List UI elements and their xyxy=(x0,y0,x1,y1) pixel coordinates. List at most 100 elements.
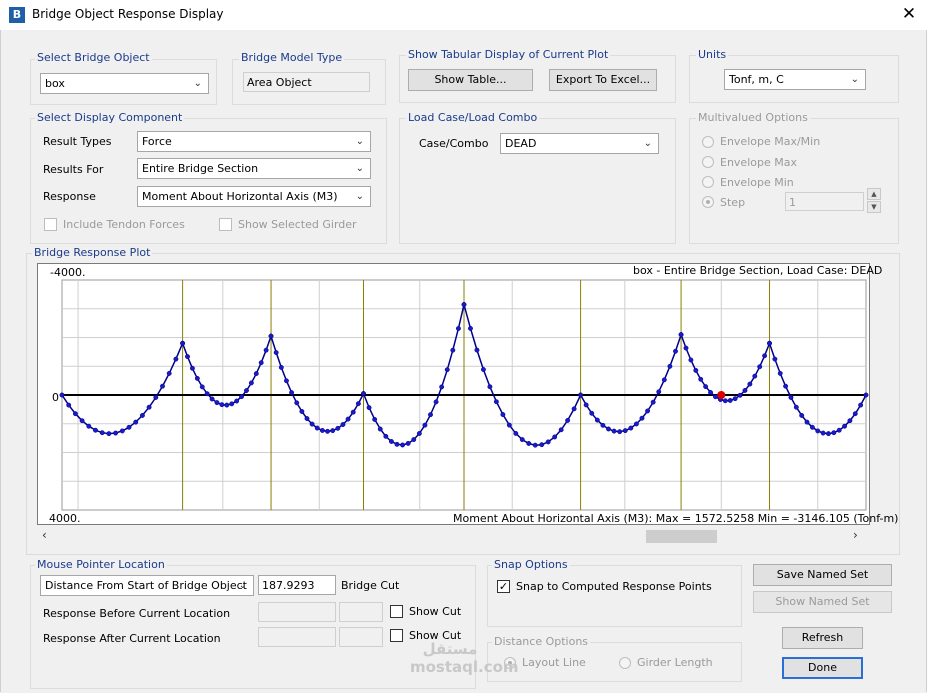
spin-up-icon[interactable]: ▲ xyxy=(867,188,881,200)
chevron-down-icon: ⌄ xyxy=(355,163,364,174)
moment-point xyxy=(767,340,772,346)
moment-point xyxy=(617,429,623,435)
moment-point xyxy=(189,365,195,371)
response-before-label: Response Before Current Location xyxy=(43,607,231,620)
moment-point xyxy=(330,428,336,434)
snap-checkbox[interactable]: ✓ xyxy=(497,580,510,593)
scroll-left-icon[interactable]: ‹ xyxy=(42,528,47,542)
moment-point xyxy=(199,384,205,390)
moment-point xyxy=(594,417,600,423)
moment-point xyxy=(545,439,551,445)
moment-point xyxy=(239,394,245,400)
moment-point xyxy=(394,441,400,447)
save-named-set-button[interactable]: Save Named Set xyxy=(753,564,892,586)
moment-point xyxy=(377,426,383,432)
moment-point xyxy=(583,402,589,408)
pointer-mode-select[interactable]: Distance From Start of Bridge Object ⌄ xyxy=(40,575,254,596)
envelope-max-radio[interactable] xyxy=(702,156,714,168)
moment-point xyxy=(66,402,72,408)
moment-point xyxy=(461,302,467,308)
plot-footer: Moment About Horizontal Axis (M3): Max =… xyxy=(453,512,899,525)
envelope-max-label: Envelope Max xyxy=(720,156,797,169)
moment-point xyxy=(842,423,848,429)
show-cut-before-checkbox[interactable] xyxy=(390,605,403,618)
moment-point xyxy=(229,401,235,407)
step-field[interactable]: 1 xyxy=(785,192,864,211)
moment-point xyxy=(126,424,132,430)
moment-point xyxy=(209,396,215,402)
snap-options-group xyxy=(487,565,742,627)
export-excel-button[interactable]: Export To Excel... xyxy=(549,69,657,91)
girder-length-radio[interactable] xyxy=(619,657,631,669)
moment-point xyxy=(783,383,789,389)
moment-point xyxy=(793,404,799,410)
moment-point xyxy=(294,400,300,406)
case-combo-select[interactable]: DEAD ⌄ xyxy=(500,133,659,154)
show-cut-after-checkbox[interactable] xyxy=(390,629,403,642)
moment-point xyxy=(757,364,763,370)
envelope-maxmin-radio[interactable] xyxy=(702,136,714,148)
moment-point xyxy=(826,431,831,437)
response-select[interactable]: Moment About Horizontal Axis (M3) ⌄ xyxy=(137,186,371,207)
result-types-select[interactable]: Force ⌄ xyxy=(137,131,371,152)
plot-zero-value: 0 xyxy=(52,391,59,404)
response-plot-svg xyxy=(59,279,869,511)
response-label: Response xyxy=(43,190,96,203)
display-component-label: Select Display Component xyxy=(35,111,185,124)
case-combo-label: Case/Combo xyxy=(419,137,489,150)
show-named-set-button[interactable]: Show Named Set xyxy=(753,591,892,613)
bridge-model-type-field: Area Object xyxy=(243,72,370,92)
cursor-point xyxy=(717,391,726,399)
show-girder-label: Show Selected Girder xyxy=(238,218,357,231)
moment-point xyxy=(366,405,372,411)
plot-bottom-value: 4000. xyxy=(49,512,81,525)
refresh-button[interactable]: Refresh xyxy=(782,627,863,649)
distance-field[interactable]: 187.9293 xyxy=(258,575,336,595)
show-girder-checkbox[interactable] xyxy=(219,218,232,231)
bridge-object-select[interactable]: box ⌄ xyxy=(40,73,209,94)
plot-area[interactable]: -4000. box - Entire Bridge Section, Load… xyxy=(37,263,898,525)
results-for-select[interactable]: Entire Bridge Section ⌄ xyxy=(137,158,371,179)
scroll-thumb[interactable] xyxy=(646,530,717,543)
pointer-mode-value: Distance From Start of Bridge Object xyxy=(45,579,247,592)
moment-point xyxy=(468,325,473,331)
moment-point xyxy=(633,421,639,427)
done-button[interactable]: Done xyxy=(782,657,863,679)
moment-point xyxy=(693,367,699,373)
step-radio[interactable] xyxy=(702,196,714,208)
moment-point xyxy=(309,421,315,427)
close-icon[interactable]: ✕ xyxy=(896,2,922,26)
moment-point xyxy=(428,412,433,418)
moment-point xyxy=(166,370,172,376)
moment-point xyxy=(683,345,689,351)
moment-point xyxy=(234,398,240,404)
moment-point xyxy=(383,433,389,439)
result-types-value: Force xyxy=(142,135,172,148)
chevron-down-icon: ⌄ xyxy=(355,136,364,147)
mouse-pointer-label: Mouse Pointer Location xyxy=(35,558,167,571)
watermark: مستقل mostaql.com xyxy=(410,640,519,676)
envelope-min-radio[interactable] xyxy=(702,176,714,188)
moment-point xyxy=(589,410,595,416)
moment-point xyxy=(86,423,92,429)
show-table-button[interactable]: Show Table... xyxy=(408,69,533,91)
units-select[interactable]: Tonf, m, C ⌄ xyxy=(724,69,866,90)
moment-point xyxy=(747,381,753,387)
select-bridge-object-label: Select Bridge Object xyxy=(35,51,152,64)
results-for-label: Results For xyxy=(43,163,104,176)
include-tendon-checkbox[interactable] xyxy=(44,218,57,231)
spin-down-icon[interactable]: ▼ xyxy=(867,201,881,213)
moment-point xyxy=(455,326,461,331)
scroll-right-icon[interactable]: › xyxy=(853,528,858,542)
moment-point xyxy=(650,399,656,405)
girder-length-label: Girder Length xyxy=(637,656,713,669)
results-for-value: Entire Bridge Section xyxy=(142,162,259,175)
layout-line-label: Layout Line xyxy=(522,656,586,669)
moment-point xyxy=(361,391,366,397)
moment-point xyxy=(752,373,758,379)
moment-point xyxy=(400,442,406,448)
moment-point xyxy=(661,377,667,383)
moment-point xyxy=(113,430,119,436)
moment-point xyxy=(173,356,179,362)
response-after-field-1 xyxy=(258,627,336,647)
